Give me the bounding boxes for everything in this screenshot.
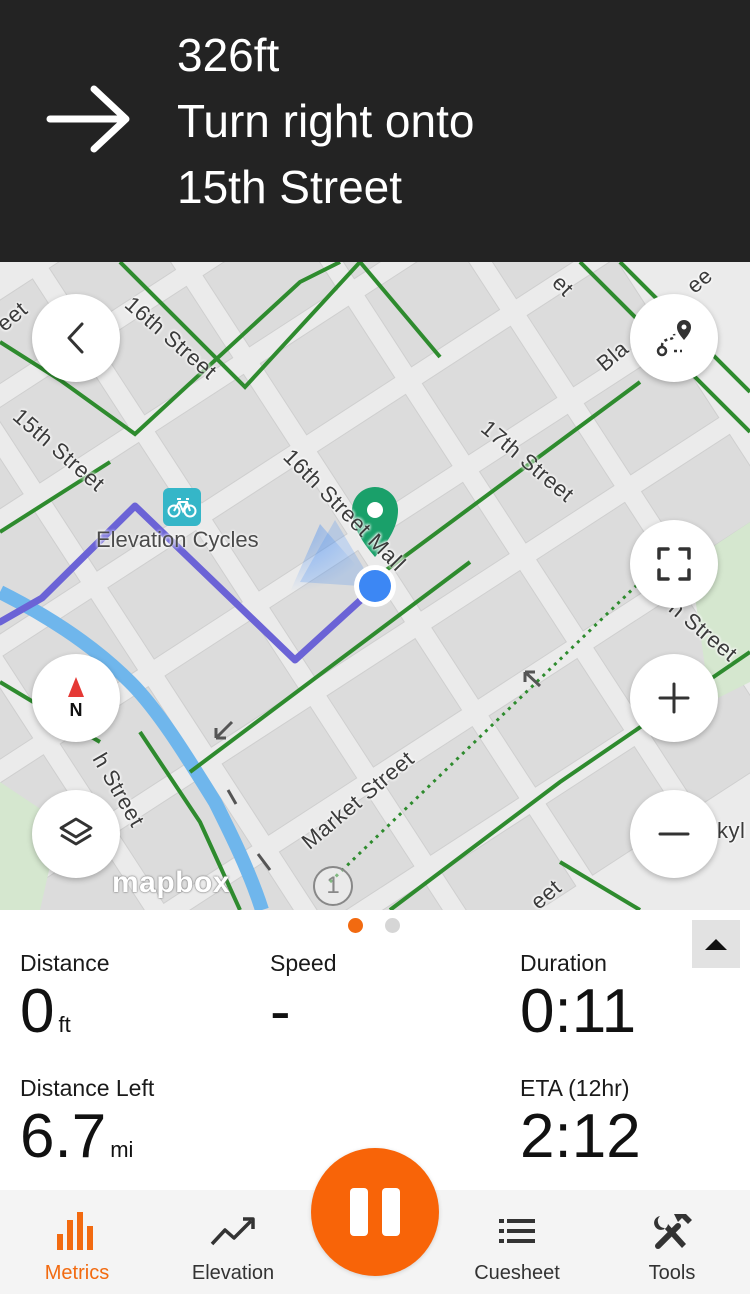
maneuver-distance: 326ft bbox=[177, 29, 280, 81]
maneuver-instruction: Turn right onto bbox=[177, 95, 475, 147]
chevron-left-icon bbox=[67, 322, 84, 354]
metric-value: 6.7 bbox=[20, 1102, 107, 1171]
tab-label: Elevation bbox=[191, 1262, 275, 1284]
maneuver-street: 15th Street bbox=[177, 161, 403, 213]
recenter-button[interactable] bbox=[630, 520, 718, 608]
bar-chart-icon bbox=[57, 1212, 93, 1250]
layers-button[interactable] bbox=[32, 790, 120, 878]
metric-label: ETA (12hr) bbox=[520, 1075, 630, 1101]
compass-needle-icon bbox=[68, 676, 84, 697]
route-planner-button[interactable] bbox=[630, 294, 718, 382]
minus-icon bbox=[658, 832, 690, 836]
poi-label-elevation-cycles[interactable]: Elevation Cycles bbox=[96, 527, 259, 553]
plus-icon bbox=[658, 682, 690, 714]
zoom-in-button[interactable] bbox=[630, 654, 718, 742]
metric-value: 2:12 bbox=[520, 1102, 641, 1171]
navigation-banner: 326ft Turn right onto 15th Street bbox=[0, 0, 750, 262]
tools-icon bbox=[654, 1214, 692, 1249]
metric-unit: ft bbox=[58, 1012, 71, 1037]
metric-value: - bbox=[270, 977, 291, 1046]
metric-speed: Speed - bbox=[270, 950, 337, 1045]
tab-tools[interactable]: Tools bbox=[597, 1190, 747, 1294]
compass-button[interactable]: N bbox=[32, 654, 120, 742]
arrow-right-icon bbox=[46, 85, 130, 153]
page-dot-2[interactable] bbox=[385, 918, 400, 933]
tab-metrics[interactable]: Metrics bbox=[2, 1190, 152, 1294]
page-indicator[interactable] bbox=[348, 918, 400, 933]
tab-label: Metrics bbox=[44, 1262, 110, 1284]
metric-distance: Distance 0 ft bbox=[20, 950, 109, 1058]
attribution-button[interactable]: 1 bbox=[313, 866, 353, 906]
back-button[interactable] bbox=[32, 294, 120, 382]
layers-icon bbox=[59, 817, 93, 846]
tab-label: Cuesheet bbox=[474, 1262, 560, 1284]
metric-value: 0:11 bbox=[520, 977, 637, 1046]
expand-panel-button[interactable] bbox=[692, 920, 740, 968]
metric-eta: ETA (12hr) 2:12 bbox=[520, 1075, 641, 1170]
metric-label: Speed bbox=[270, 950, 337, 976]
tab-cuesheet[interactable]: Cuesheet bbox=[442, 1190, 592, 1294]
pause-icon bbox=[350, 1188, 368, 1236]
metric-label: Distance bbox=[20, 950, 110, 976]
metric-label: Distance Left bbox=[20, 1075, 155, 1101]
metric-distance-left: Distance Left 6.7 mi bbox=[20, 1075, 154, 1183]
map-view[interactable]: 16th Street 15th Street 16th Street Mall… bbox=[0, 262, 750, 910]
fullscreen-icon bbox=[657, 547, 691, 581]
trend-line-icon bbox=[210, 1217, 255, 1246]
metric-duration: Duration 0:11 bbox=[520, 950, 636, 1045]
metric-value: 0 bbox=[20, 977, 55, 1046]
tab-elevation[interactable]: Elevation bbox=[158, 1190, 308, 1294]
compass-north-label: N bbox=[69, 699, 83, 720]
metric-label: Duration bbox=[520, 950, 607, 976]
tab-label: Tools bbox=[648, 1262, 696, 1284]
navigation-instruction: 326ft Turn right onto 15th Street bbox=[177, 22, 474, 220]
metric-unit: mi bbox=[110, 1137, 134, 1162]
pause-button[interactable] bbox=[311, 1148, 439, 1276]
caret-up-icon bbox=[705, 939, 727, 950]
street-label-partial-right: kyl bbox=[717, 818, 746, 843]
mapbox-logo: mapbox bbox=[112, 866, 231, 899]
zoom-out-button[interactable] bbox=[630, 790, 718, 878]
list-icon bbox=[499, 1219, 535, 1243]
page-dot-1[interactable] bbox=[348, 918, 363, 933]
bicycle-icon[interactable] bbox=[163, 488, 201, 526]
route-pin-icon bbox=[656, 320, 691, 357]
